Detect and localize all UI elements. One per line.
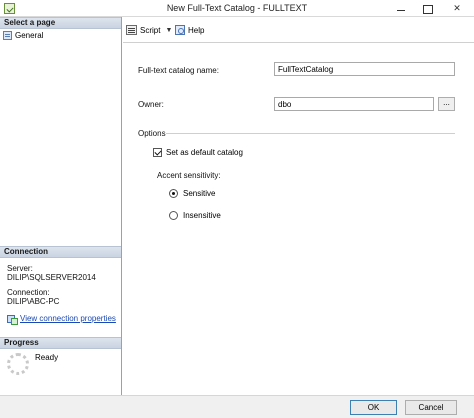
help-label: Help [188, 25, 205, 35]
catalog-name-label: Full-text catalog name: [138, 66, 219, 75]
script-icon [126, 25, 137, 35]
dialog-footer: OK Cancel [0, 395, 474, 418]
select-page-header: Select a page [0, 17, 121, 29]
owner-label: Owner: [138, 100, 164, 109]
options-divider [166, 133, 455, 134]
sensitive-radio[interactable] [169, 189, 178, 198]
insensitive-label: Insensitive [183, 211, 221, 220]
title-bar: New Full-Text Catalog - FULLTEXT ✕ [0, 0, 474, 17]
accent-insensitive-option[interactable]: Insensitive [169, 211, 221, 220]
chevron-down-icon[interactable]: ▼ [165, 27, 172, 34]
close-icon[interactable]: ✕ [440, 0, 474, 17]
default-catalog-checkbox[interactable] [153, 148, 162, 157]
view-connection-properties[interactable]: View connection properties [7, 314, 116, 325]
left-pane: Select a page General Connection Server:… [0, 17, 122, 395]
progress-status-row: Ready [7, 353, 58, 375]
accent-sensitivity-label: Accent sensitivity: [157, 171, 221, 180]
browse-owner-button[interactable]: ... [438, 97, 455, 111]
page-item-general[interactable]: General [3, 30, 43, 41]
view-connection-link[interactable]: View connection properties [20, 314, 116, 323]
minimize-icon[interactable] [388, 0, 414, 17]
owner-input[interactable] [274, 97, 434, 111]
script-label: Script [140, 25, 161, 35]
accent-sensitive-option[interactable]: Sensitive [169, 189, 215, 198]
help-icon [175, 25, 185, 35]
insensitive-radio[interactable] [169, 211, 178, 220]
cancel-button[interactable]: Cancel [405, 400, 457, 415]
connection-label: Connection: [7, 288, 50, 297]
connection-header: Connection [0, 246, 121, 258]
maximize-icon[interactable] [414, 0, 440, 17]
default-catalog-label: Set as default catalog [166, 148, 243, 157]
sensitive-label: Sensitive [183, 189, 216, 198]
progress-status: Ready [35, 353, 59, 362]
server-value: DILIP\SQLSERVER2014 [7, 273, 96, 282]
catalog-name-input[interactable] [274, 62, 455, 76]
progress-header: Progress [0, 337, 121, 349]
ok-button[interactable]: OK [350, 400, 397, 415]
help-button[interactable]: Help [175, 23, 204, 37]
default-catalog-option[interactable]: Set as default catalog [153, 148, 243, 157]
script-button[interactable]: Script ▼ [126, 23, 172, 37]
options-label: Options [138, 129, 166, 138]
server-label: Server: [7, 264, 33, 273]
toolbar: Script ▼ Help [123, 17, 474, 43]
connection-properties-icon [7, 314, 18, 325]
page-icon [3, 31, 12, 40]
progress-spinner-icon [7, 353, 29, 375]
page-item-label: General [15, 31, 44, 40]
connection-value: DILIP\ABC-PC [7, 297, 60, 306]
